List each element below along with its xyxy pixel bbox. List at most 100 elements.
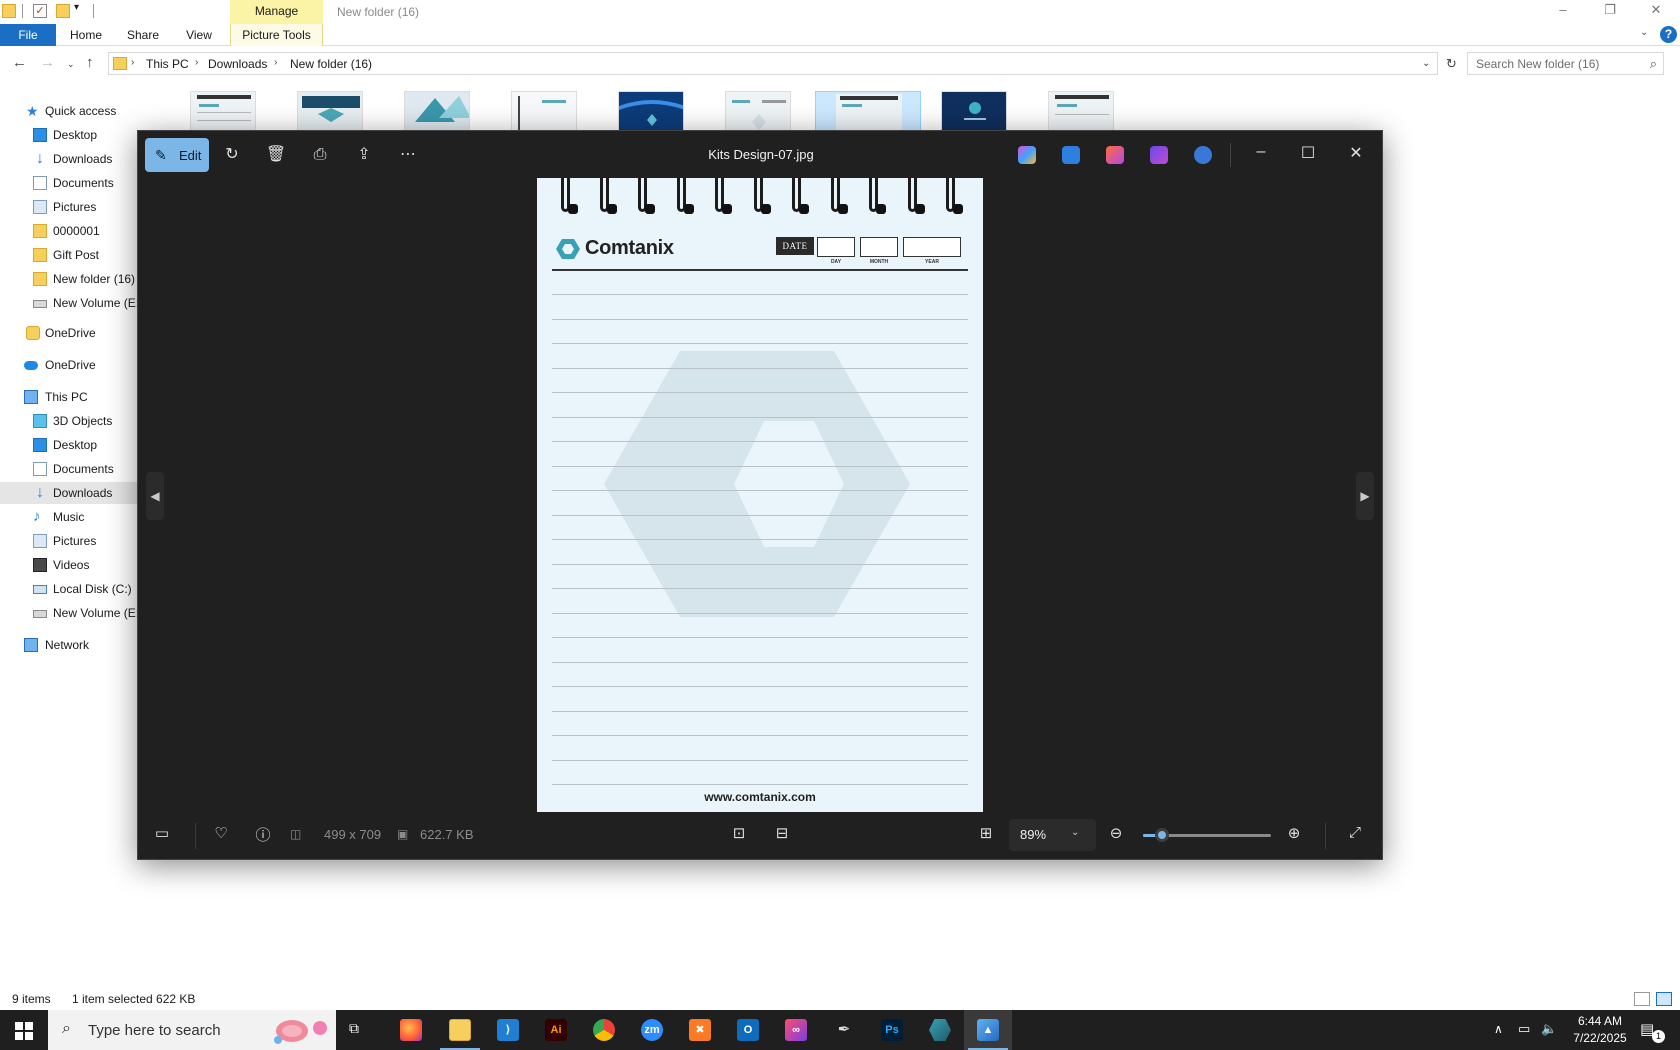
taskbar-search-box[interactable]: ⌕ Type here to search <box>48 1010 336 1050</box>
zoom-in-icon[interactable]: ⊕ <box>1282 824 1306 842</box>
nav-3d-objects[interactable]: 3D Objects <box>0 410 158 432</box>
taskbar-vscode[interactable]: ⟩ <box>484 1010 532 1050</box>
info-icon[interactable]: ⓘ <box>251 824 275 845</box>
properties-icon[interactable]: ✓ <box>33 4 47 18</box>
tab-file[interactable]: File <box>0 24 56 46</box>
taskbar-illustrator[interactable]: Ai <box>532 1010 580 1050</box>
breadcrumb-this-pc[interactable]: This PC <box>146 57 189 71</box>
taskbar-chrome[interactable] <box>580 1010 628 1050</box>
nav-videos[interactable]: Videos <box>0 554 158 576</box>
nav-new-folder-16[interactable]: New folder (16) <box>0 268 158 290</box>
file-thumbnail[interactable] <box>190 91 256 131</box>
file-thumbnail[interactable] <box>404 91 470 131</box>
help-icon[interactable]: ? <box>1660 26 1677 43</box>
nav-this-pc[interactable]: This PC <box>0 386 158 408</box>
up-arrow-icon[interactable]: ↑ <box>86 54 94 71</box>
taskbar-zoom[interactable]: zm <box>628 1010 676 1050</box>
zoom-slider-thumb[interactable] <box>1155 828 1170 842</box>
nav-pc-documents[interactable]: Documents <box>0 458 158 480</box>
clipchamp-icon[interactable] <box>1150 146 1168 164</box>
nav-new-volume[interactable]: New Volume (E:) <box>0 292 158 314</box>
taskbar-comtanix-app[interactable] <box>916 1010 964 1050</box>
restore-button[interactable]: ❐ <box>1587 0 1633 22</box>
next-image-button[interactable]: ▶ <box>1356 472 1374 520</box>
nav-pc-pictures[interactable]: Pictures <box>0 530 158 552</box>
tab-home[interactable]: Home <box>63 24 109 46</box>
nav-documents[interactable]: Documents <box>0 172 158 194</box>
file-thumbnail[interactable] <box>618 91 684 131</box>
address-bar[interactable]: › This PC › Downloads › New folder (16) … <box>108 52 1457 75</box>
nav-gift-post[interactable]: Gift Post <box>0 244 158 266</box>
minimize-button[interactable]: – <box>1249 143 1273 161</box>
taskbar-outlook[interactable]: O <box>724 1010 772 1050</box>
nav-local-disk[interactable]: Local Disk (C:) <box>0 578 158 600</box>
fit-to-window-icon[interactable]: ⊞ <box>974 824 998 842</box>
taskbar-firefox[interactable] <box>387 1010 435 1050</box>
file-thumbnail[interactable] <box>725 91 791 131</box>
tab-picture-tools[interactable]: Picture Tools <box>230 24 323 46</box>
volume-icon[interactable]: 🔈 <box>1541 1021 1557 1037</box>
nav-quick-access[interactable]: ★ Quick access <box>0 100 158 122</box>
filmstrip-icon[interactable]: ▭ <box>150 824 174 842</box>
chevron-down-icon[interactable]: ⌄ <box>1422 58 1430 69</box>
details-view-icon[interactable] <box>1634 992 1650 1006</box>
breadcrumb-current-folder[interactable]: New folder (16) <box>290 57 372 71</box>
file-thumbnail[interactable] <box>297 91 363 131</box>
tab-share[interactable]: Share <box>122 24 164 46</box>
taskbar-file-explorer[interactable] <box>436 1010 484 1050</box>
large-icons-view-icon[interactable] <box>1656 992 1672 1006</box>
task-view-icon[interactable]: ⧉ <box>349 1020 369 1040</box>
nav-pc-desktop[interactable]: Desktop <box>0 434 158 456</box>
breadcrumb-downloads[interactable]: Downloads <box>208 57 267 71</box>
close-button[interactable]: ✕ <box>1633 0 1679 22</box>
file-thumbnail-selected[interactable] <box>815 91 921 133</box>
search-input[interactable]: Search New folder (16) ⌕ <box>1467 52 1664 75</box>
taskbar-xampp[interactable]: ✖ <box>676 1010 724 1050</box>
nav-folder-0000001[interactable]: 0000001 <box>0 220 158 242</box>
file-thumbnail[interactable] <box>511 91 577 131</box>
previous-image-button[interactable]: ◀ <box>146 472 164 520</box>
new-folder-icon[interactable] <box>56 4 70 18</box>
nav-onedrive[interactable]: OneDrive <box>0 354 158 376</box>
refresh-icon[interactable]: ↻ <box>1446 56 1457 72</box>
recent-locations-icon[interactable]: ⌄ <box>67 59 75 70</box>
taskbar-pen-tool[interactable]: ✒ <box>820 1010 868 1050</box>
text-scan-icon[interactable]: ⊟ <box>770 824 794 842</box>
designer-icon[interactable] <box>1062 146 1080 164</box>
taskbar-creative-cloud[interactable]: ∞ <box>772 1010 820 1050</box>
back-arrow-icon[interactable]: ← <box>12 54 27 71</box>
show-hidden-icons-icon[interactable]: ∧ <box>1494 1022 1503 1036</box>
paint-icon[interactable] <box>1106 146 1124 164</box>
visual-search-icon[interactable]: ⊡ <box>727 824 751 842</box>
file-thumbnail[interactable] <box>941 91 1007 131</box>
favorite-heart-icon[interactable]: ♡ <box>209 824 233 842</box>
manage-tab[interactable]: Manage <box>230 0 323 24</box>
customize-toolbar-icon[interactable]: ▾ <box>74 2 88 16</box>
close-button[interactable]: ✕ <box>1344 143 1368 163</box>
tab-view[interactable]: View <box>180 24 218 46</box>
nav-network[interactable]: Network <box>0 634 158 656</box>
nav-desktop[interactable]: Desktop <box>0 124 158 146</box>
network-tray-icon[interactable]: ▭ <box>1518 1021 1530 1037</box>
onedrive-off-icon[interactable] <box>1194 146 1212 164</box>
file-thumbnail[interactable] <box>1048 91 1114 131</box>
folder-icon[interactable] <box>2 4 16 18</box>
nav-pc-new-volume[interactable]: New Volume (E:) <box>0 602 158 624</box>
clock-time[interactable]: 6:44 AM <box>1570 1014 1630 1028</box>
full-screen-icon[interactable]: ⤢ <box>1343 824 1367 841</box>
expand-ribbon-icon[interactable]: ⌄ <box>1640 27 1648 38</box>
nav-music[interactable]: ♪ Music <box>0 506 158 528</box>
windows-start-button[interactable] <box>0 1010 48 1050</box>
forward-arrow-icon[interactable]: → <box>40 54 55 71</box>
clock-date[interactable]: 7/22/2025 <box>1566 1031 1634 1045</box>
taskbar-photos[interactable]: ▲ <box>964 1010 1012 1050</box>
taskbar-photoshop[interactable]: Ps <box>868 1010 916 1050</box>
zoom-out-icon[interactable]: ⊖ <box>1104 824 1128 842</box>
nav-onedrive-personal[interactable]: OneDrive <box>0 322 158 344</box>
minimize-button[interactable]: – <box>1540 0 1586 22</box>
nav-downloads[interactable]: ↓ Downloads <box>0 148 158 170</box>
maximize-button[interactable]: ☐ <box>1296 143 1320 163</box>
copilot-icon[interactable] <box>1018 146 1036 164</box>
nav-pictures[interactable]: Pictures <box>0 196 158 218</box>
nav-pc-downloads[interactable]: ↓ Downloads <box>0 482 158 504</box>
